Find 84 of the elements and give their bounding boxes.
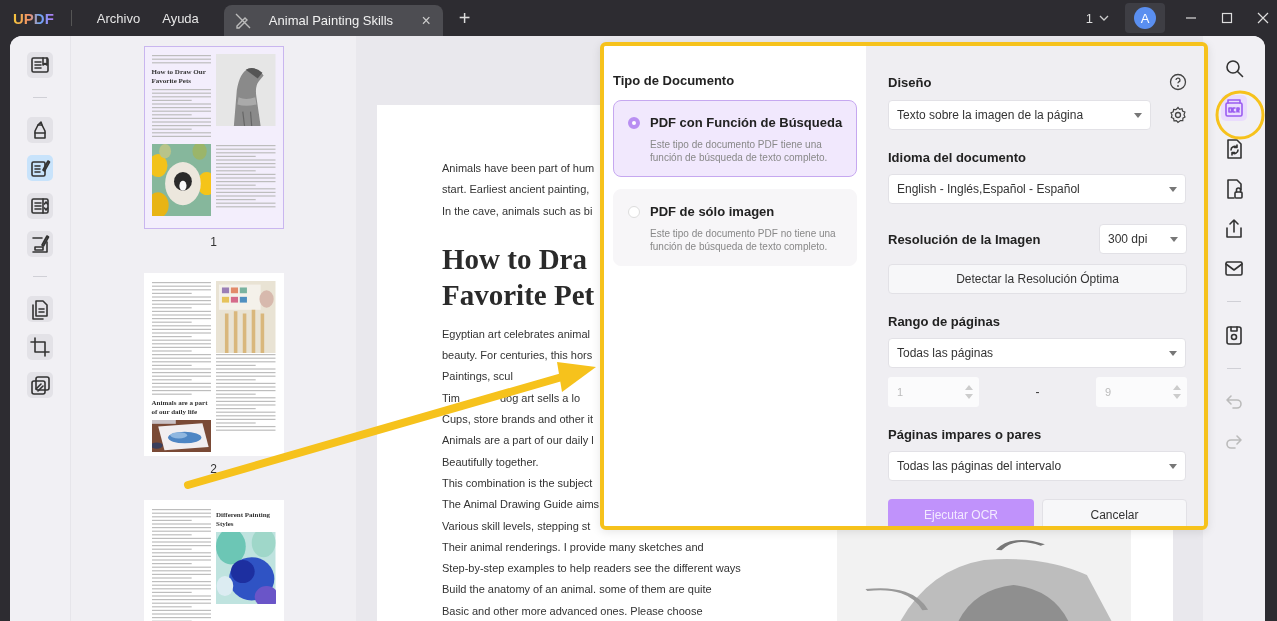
body-text: Various skill levels, stepping st [442,518,591,534]
dropdown[interactable]: Todas las páginas del intervalo [888,451,1186,481]
field-label: Resolución de la Imagen [888,231,1041,247]
close-tab-button[interactable]: × [421,11,431,30]
tool-button[interactable] [27,372,53,398]
page-number: 1 [210,235,217,249]
option-card[interactable]: PDF con Función de Búsqueda Este tipo de documento PDF tiene una función de búsqueda de texto completo. [613,100,857,177]
signature-icon [29,233,51,255]
cancel-button[interactable]: Cancelar [1042,499,1187,526]
edit-document-icon [29,157,51,179]
tool-button[interactable] [27,231,53,257]
stepper-icon [965,384,973,400]
menu-item[interactable]: Archivo [85,6,152,30]
ocr-icon [1223,97,1245,119]
page-number: 2 [210,462,217,476]
body-text: Animals have been part of hum [442,161,595,176]
field-label: Idioma del documento [888,150,1027,165]
body-text: In the cave, animals such as bi [442,203,593,219]
highlight-circle [1215,90,1265,140]
tool-button[interactable] [27,155,53,181]
body-text: The Animal Drawing Guide aims [442,497,600,513]
body-text: Build the anatomy of an animal. some of them are quite [442,582,712,598]
tool-button[interactable] [27,296,53,322]
close-icon[interactable] [1257,12,1269,24]
dropdown[interactable]: Texto sobre la imagen de la página [888,100,1151,130]
layers-icon [29,374,51,396]
field-label: Diseño [888,74,932,90]
tool-button[interactable] [27,334,53,360]
help-icon[interactable] [1169,73,1187,91]
dropdown-caret-icon [1170,236,1178,242]
option-description: Este tipo de documento PDF no tiene una función de búsqueda de texto completo. [650,227,837,253]
detect-resolution-button[interactable]: Detectar la Resolución Óptima [888,264,1187,294]
reader-icon [29,54,51,76]
body-text: Beautifully together. [442,454,539,470]
body-text: Animals are a part of our daily l [442,433,594,449]
body-text: Egyptian art celebrates animal [442,326,590,342]
maximize-icon[interactable] [1221,12,1233,24]
dropdown-caret-icon [1169,463,1177,469]
settings-icon[interactable] [1169,106,1187,124]
body-text: Paintings, scul [442,369,513,385]
dropdown-caret-icon [1169,350,1177,356]
new-tab-button[interactable]: + [452,5,477,31]
share-icon [1223,217,1245,239]
field-label: Páginas impares o pares [888,427,1043,442]
heading: How to Dra [442,241,587,277]
text-lines-drawing [151,88,211,139]
dropdown[interactable]: Todas las páginas [888,338,1186,368]
range-separator: - [1035,385,1040,399]
body-text: Step-by-step examples to help readers see the different ways [442,561,741,577]
body-text: Their animal renderings. I provide many sketches and [442,539,704,555]
text-lines-drawing [151,54,211,65]
body-text: beauty. For centuries, this hors [442,348,593,364]
heading: Favorite Pet [442,277,595,313]
option-title: PDF con Función de Búsqueda [650,115,844,130]
dropdown[interactable]: English - Inglés,Español - Español [888,174,1186,204]
crop-icon [29,336,51,358]
option-description: Este tipo de documento PDF tiene una función de búsqueda de texto completo. [650,138,829,164]
edit-off-icon [233,11,252,30]
form-icon [29,195,51,217]
body-text: Basic and other more advanced ones. Please choose [442,603,703,619]
chevron-down-icon[interactable] [1099,15,1109,21]
pages-icon [29,298,51,320]
option-card[interactable]: PDF de sólo imagen Este tipo de documento PDF no tiene una función de búsqueda de texto completo. [613,189,857,266]
radio-button[interactable] [628,117,640,129]
tool-button[interactable] [27,193,53,219]
page-count[interactable]: 1 [1085,10,1093,26]
save-icon [1223,324,1245,346]
section-title: Tipo de Documento [613,73,736,88]
dropdown-caret-icon [1169,186,1177,192]
dropdown-caret-icon [1134,112,1142,118]
document-tab[interactable]: Animal Painting Skills × [223,5,443,36]
search-icon [1223,57,1245,79]
body-text: Cups, store brands and other it [442,412,594,428]
body-text: This combination is the subject [442,475,593,491]
tool-button[interactable] [27,117,53,143]
field-label: Rango de páginas [888,314,1001,329]
avatar: A [1134,7,1156,29]
body-text: Tim [442,390,460,406]
tool-button[interactable] [27,52,53,78]
menu-item[interactable]: Ayuda [151,6,210,30]
option-title: PDF de sólo imagen [650,204,776,219]
body-text: start. Earliest ancient painting, [442,182,590,198]
dropdown[interactable]: 300 dpi [1099,224,1187,254]
text-lines-drawing [216,143,276,209]
